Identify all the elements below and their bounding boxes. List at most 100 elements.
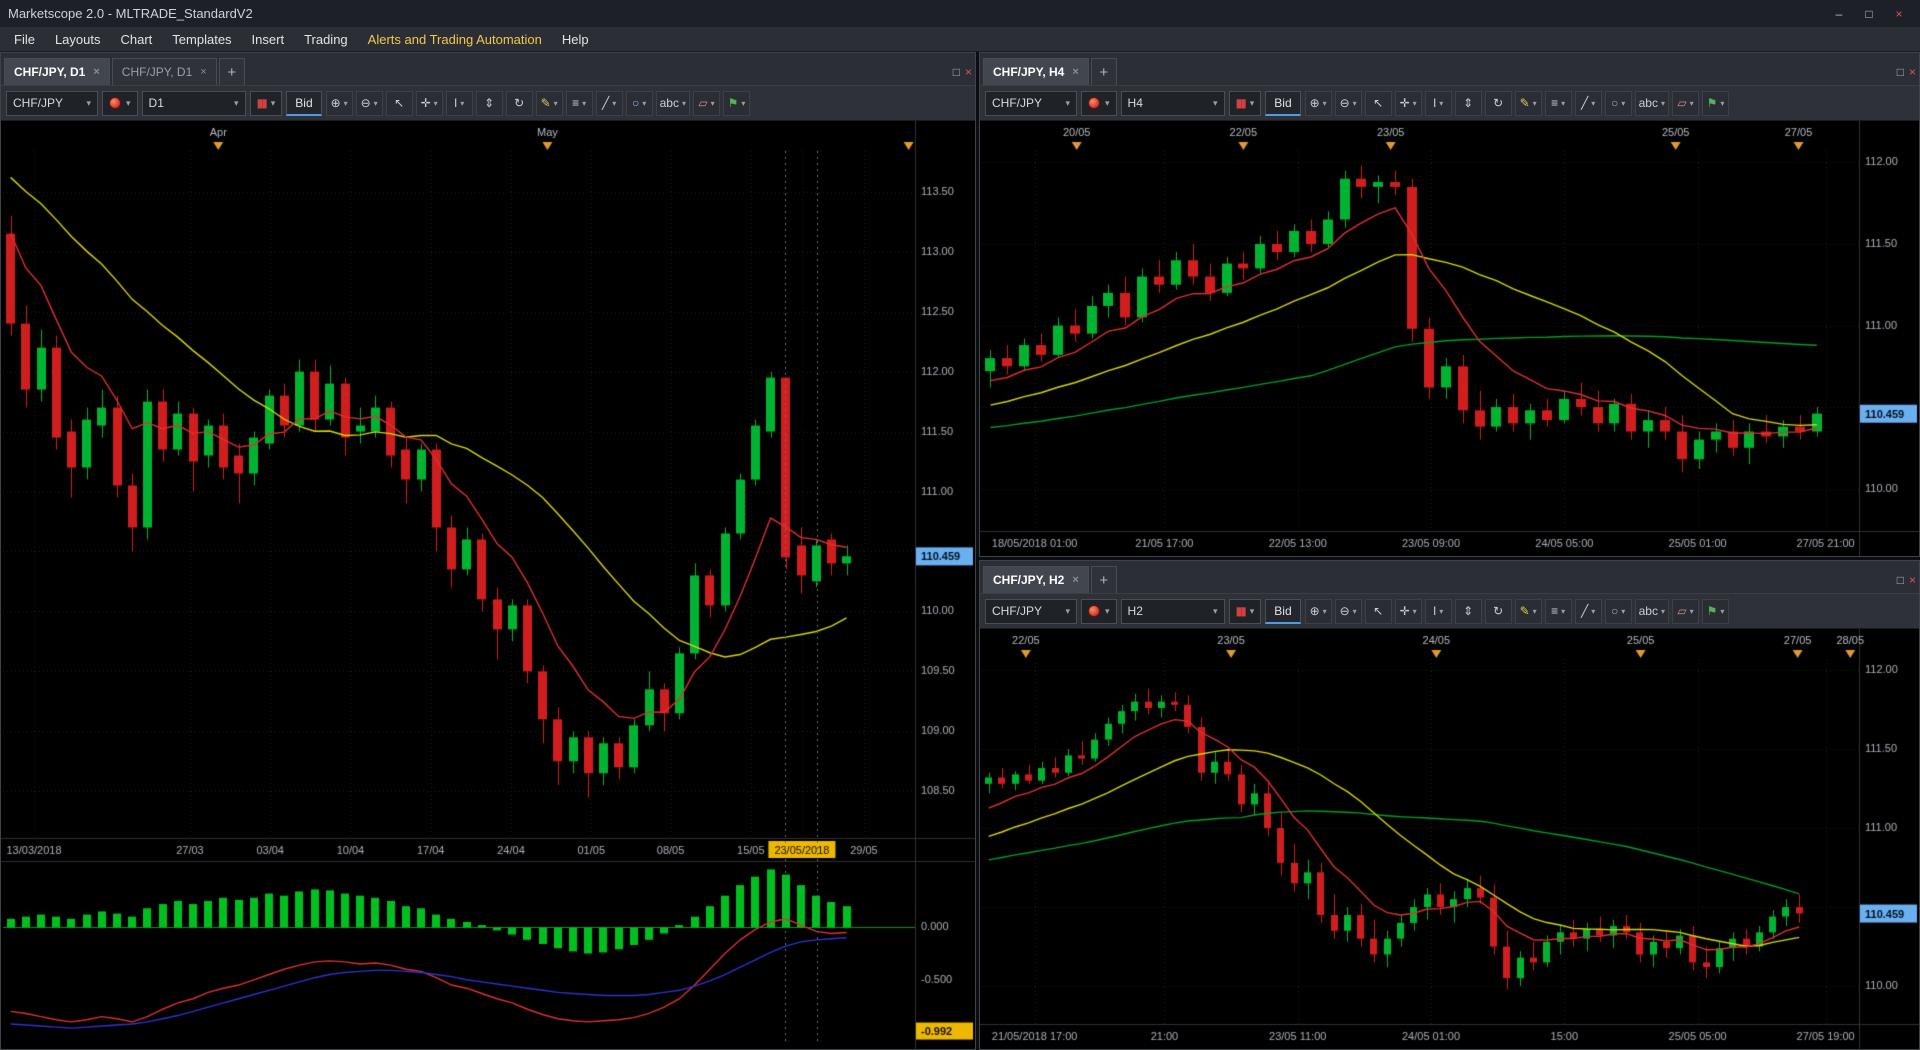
marker-icon[interactable]: ⚑ ▾ [723,90,750,116]
interval-icon[interactable]: I ▾ [1424,598,1452,624]
menu-item-file[interactable]: File [4,27,45,51]
zoom-out-icon[interactable]: ⊖ ▾ [355,90,383,116]
symbol-select[interactable]: CHF/JPY ▾ [985,90,1077,116]
instrument-color-select[interactable]: ▾ [102,90,138,116]
bid-button[interactable]: Bid [1265,90,1301,116]
menu-item-alerts-and-trading-automation[interactable]: Alerts and Trading Automation [358,27,552,51]
eraser-icon[interactable]: ▱ ▾ [1672,598,1699,624]
maximize-icon[interactable]: □ [1856,5,1882,23]
chart-type-select[interactable]: ▮▮ ▾ [249,90,283,116]
cursor-icon[interactable]: ↖ [1364,90,1392,116]
close-tab-icon[interactable]: × [1072,574,1078,586]
restore-panel-icon[interactable]: □ [1897,65,1904,79]
text-tool-icon[interactable]: abc ▾ [655,90,690,116]
menu-item-templates[interactable]: Templates [162,27,241,51]
close-tab-icon[interactable]: × [200,66,206,78]
chart-type-select[interactable]: ▮▮ ▾ [1228,90,1262,116]
window-controls: – □ × [1826,5,1912,23]
text-tool-icon[interactable]: abc ▾ [1634,598,1669,624]
menu-item-help[interactable]: Help [552,27,599,51]
tab-chfjpy-d1[interactable]: CHF/JPY, D1 × [4,58,110,85]
chart-area-d1[interactable] [1,121,975,1049]
close-panel-icon[interactable]: × [1909,65,1916,79]
zoom-out-icon[interactable]: ⊖ ▾ [1334,90,1362,116]
bid-button[interactable]: Bid [1265,598,1301,624]
pencil-icon[interactable]: ✎ ▾ [535,90,563,116]
close-icon[interactable]: × [1886,5,1912,23]
zoom-in-icon[interactable]: ⊕ ▾ [1304,598,1332,624]
marker-icon[interactable]: ⚑ ▾ [1702,598,1729,624]
interval-icon[interactable]: I ▾ [1424,90,1452,116]
chart-area-h4[interactable] [980,121,1919,556]
autoscale-icon[interactable]: ⇕ [1454,598,1482,624]
marker-icon[interactable]: ⚑ ▾ [1702,90,1729,116]
tab-chfjpy-d1-2[interactable]: CHF/JPY, D1 × [111,58,217,85]
refresh-icon[interactable]: ↻ [1484,90,1512,116]
indicators-icon[interactable]: ≡ ▾ [565,90,593,116]
eraser-icon[interactable]: ▱ ▾ [1672,90,1699,116]
price-chart-canvas-h4[interactable] [980,121,1919,556]
refresh-icon[interactable]: ↻ [1484,598,1512,624]
cursor-icon[interactable]: ↖ [385,90,413,116]
trendline-icon[interactable]: ╱ ▾ [595,90,623,116]
minimize-icon[interactable]: – [1826,5,1852,23]
pencil-icon[interactable]: ✎ ▾ [1514,598,1542,624]
candlestick-icon: ▮▮ [1235,96,1247,110]
interval-icon[interactable]: I ▾ [445,90,473,116]
chart-area-h2[interactable] [980,629,1919,1049]
close-tab-icon[interactable]: × [93,66,99,78]
instrument-color-select[interactable]: ▾ [1081,90,1117,116]
close-tab-icon[interactable]: × [1072,66,1078,78]
window-title: Marketscope 2.0 - MLTRADE_StandardV2 [8,6,253,21]
timeframe-select[interactable]: H4 ▾ [1120,90,1225,116]
price-chart-canvas-d1[interactable] [1,121,975,1049]
chevron-down-icon: ▾ [1352,606,1357,616]
menu-item-insert[interactable]: Insert [242,27,295,51]
instrument-color-select[interactable]: ▾ [1081,598,1117,624]
menu-item-chart[interactable]: Chart [111,27,163,51]
indicators-icon[interactable]: ≡ ▾ [1544,90,1572,116]
tab-label: CHF/JPY, D1 [14,65,86,79]
tab-chfjpy-h2[interactable]: CHF/JPY, H2 × [983,566,1089,593]
symbol-select[interactable]: CHF/JPY ▾ [6,90,98,116]
ellipse-icon[interactable]: ○ ▾ [1604,598,1632,624]
tab-chfjpy-h4[interactable]: CHF/JPY, H4 × [983,58,1089,85]
price-chart-canvas-h2[interactable] [980,629,1919,1049]
autoscale-icon[interactable]: ⇕ [1454,90,1482,116]
cursor-icon[interactable]: ↖ [1364,598,1392,624]
chevron-down-icon: ▾ [1439,98,1444,108]
text-tool-icon[interactable]: abc ▾ [1634,90,1669,116]
indicators-icon[interactable]: ≡ ▾ [1544,598,1572,624]
candlestick-icon: ▮▮ [1235,604,1247,618]
add-tab-button[interactable]: + [1090,566,1117,593]
refresh-icon[interactable]: ↻ [505,90,533,116]
ellipse-icon[interactable]: ○ ▾ [1604,90,1632,116]
chart-type-select[interactable]: ▮▮ ▾ [1228,598,1262,624]
timeframe-select[interactable]: D1 ▾ [141,90,246,116]
crosshair-icon[interactable]: ✛ ▾ [1394,598,1422,624]
crosshair-icon[interactable]: ✛ ▾ [415,90,443,116]
close-panel-icon[interactable]: × [1909,573,1916,587]
ellipse-icon[interactable]: ○ ▾ [625,90,653,116]
instrument-dot-icon [1088,605,1100,617]
bid-button[interactable]: Bid [286,90,322,116]
zoom-out-icon[interactable]: ⊖ ▾ [1334,598,1362,624]
trendline-icon[interactable]: ╱ ▾ [1574,90,1602,116]
pencil-icon[interactable]: ✎ ▾ [1514,90,1542,116]
zoom-in-icon[interactable]: ⊕ ▾ [325,90,353,116]
crosshair-icon[interactable]: ✛ ▾ [1394,90,1422,116]
restore-panel-icon[interactable]: □ [953,65,960,79]
autoscale-icon[interactable]: ⇕ [475,90,503,116]
add-tab-button[interactable]: + [1090,58,1117,85]
add-tab-button[interactable]: + [218,58,245,85]
timeframe-value: H2 [1127,604,1143,618]
zoom-in-icon[interactable]: ⊕ ▾ [1304,90,1332,116]
menu-item-layouts[interactable]: Layouts [45,27,111,51]
timeframe-select[interactable]: H2 ▾ [1120,598,1225,624]
close-panel-icon[interactable]: × [965,65,972,79]
menu-item-trading[interactable]: Trading [294,27,358,51]
trendline-icon[interactable]: ╱ ▾ [1574,598,1602,624]
symbol-select[interactable]: CHF/JPY ▾ [985,598,1077,624]
eraser-icon[interactable]: ▱ ▾ [693,90,720,116]
restore-panel-icon[interactable]: □ [1897,573,1904,587]
